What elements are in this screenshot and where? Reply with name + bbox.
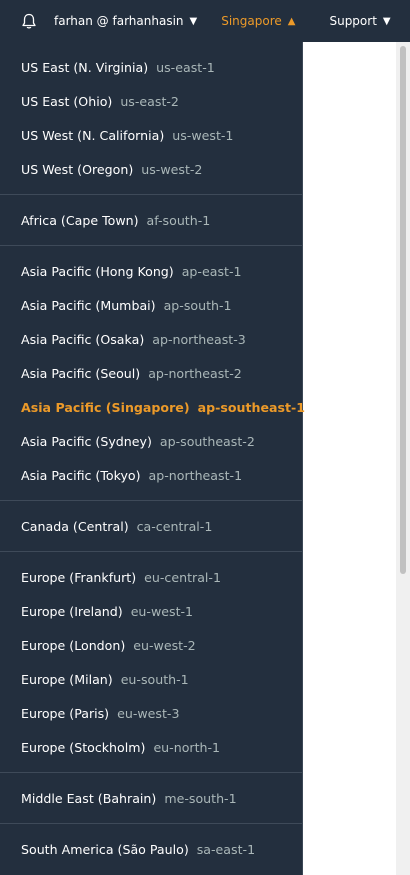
scrollbar[interactable] <box>396 42 410 875</box>
region-name: Asia Pacific (Seoul) <box>21 365 141 381</box>
region-label: Singapore <box>221 14 282 28</box>
region-code: us-west-2 <box>141 161 203 177</box>
region-name: Middle East (Bahrain) <box>21 790 157 806</box>
region-option-ap-southeast-2[interactable]: Asia Pacific (Sydney) ap-southeast-2 <box>0 424 302 458</box>
region-option-sa-east-1[interactable]: South America (São Paulo) sa-east-1 <box>0 832 302 866</box>
region-code: eu-west-3 <box>117 705 180 721</box>
region-code: ap-northeast-1 <box>148 467 243 483</box>
region-code: ap-east-1 <box>181 263 242 279</box>
region-option-us-east-2[interactable]: US East (Ohio) us-east-2 <box>0 84 302 118</box>
region-name: Europe (Ireland) <box>21 603 123 619</box>
region-name: Asia Pacific (Mumbai) <box>21 297 156 313</box>
region-group: Europe (Frankfurt) eu-central-1 Europe (Ir… <box>0 552 302 773</box>
region-code: me-south-1 <box>164 790 237 806</box>
region-code: sa-east-1 <box>196 841 256 857</box>
region-name: US West (N. California) <box>21 127 165 143</box>
caret-down-icon: ▼ <box>382 15 391 27</box>
region-name: Europe (London) <box>21 637 126 653</box>
region-name: South America (São Paulo) <box>21 841 189 857</box>
region-code: ap-southeast-1 <box>197 399 305 415</box>
region-option-eu-north-1[interactable]: Europe (Stockholm) eu-north-1 <box>0 730 302 764</box>
scrollbar-thumb[interactable] <box>400 46 406 574</box>
region-name: Canada (Central) <box>21 518 129 534</box>
region-name: Asia Pacific (Hong Kong) <box>21 263 174 279</box>
region-name: US West (Oregon) <box>21 161 134 177</box>
region-code: ap-southeast-2 <box>159 433 255 449</box>
region-code: eu-west-1 <box>130 603 194 619</box>
region-option-eu-south-1[interactable]: Europe (Milan) eu-south-1 <box>0 662 302 696</box>
region-group: South America (São Paulo) sa-east-1 <box>0 824 302 874</box>
region-code: eu-south-1 <box>120 671 189 687</box>
region-option-us-east-1[interactable]: US East (N. Virginia) us-east-1 <box>0 50 302 84</box>
caret-up-icon: ▲ <box>287 15 296 27</box>
region-code: eu-west-2 <box>133 637 196 653</box>
region-group: Canada (Central) ca-central-1 <box>0 501 302 552</box>
region-selector-button[interactable]: Singapore ▲ <box>221 14 295 28</box>
region-code: ap-northeast-3 <box>152 331 246 347</box>
region-name: US East (N. Virginia) <box>21 59 149 75</box>
region-option-ap-northeast-1[interactable]: Asia Pacific (Tokyo) ap-northeast-1 <box>0 458 302 492</box>
main-content-area <box>303 42 396 875</box>
region-option-ap-northeast-3[interactable]: Asia Pacific (Osaka) ap-northeast-3 <box>0 322 302 356</box>
region-option-me-south-1[interactable]: Middle East (Bahrain) me-south-1 <box>0 781 302 815</box>
bell-icon[interactable] <box>20 12 38 30</box>
region-name: Asia Pacific (Singapore) <box>21 399 190 415</box>
region-code: us-east-2 <box>120 93 179 109</box>
region-option-ap-east-1[interactable]: Asia Pacific (Hong Kong) ap-east-1 <box>0 254 302 288</box>
account-menu-button[interactable]: farhan @ farhanhasin ▼ <box>54 14 197 28</box>
region-name: Asia Pacific (Osaka) <box>21 331 145 347</box>
region-code: eu-north-1 <box>153 739 221 755</box>
support-label: Support <box>329 14 377 28</box>
region-name: Asia Pacific (Sydney) <box>21 433 152 449</box>
region-option-eu-central-1[interactable]: Europe (Frankfurt) eu-central-1 <box>0 560 302 594</box>
region-option-eu-west-1[interactable]: Europe (Ireland) eu-west-1 <box>0 594 302 628</box>
region-code: ap-northeast-2 <box>148 365 242 381</box>
region-option-af-south-1[interactable]: Africa (Cape Town) af-south-1 <box>0 203 302 237</box>
region-option-us-west-2[interactable]: US West (Oregon) us-west-2 <box>0 152 302 186</box>
support-menu-button[interactable]: Support ▼ <box>329 14 390 28</box>
region-option-us-west-1[interactable]: US West (N. California) us-west-1 <box>0 118 302 152</box>
region-name: Asia Pacific (Tokyo) <box>21 467 141 483</box>
region-name: US East (Ohio) <box>21 93 113 109</box>
region-code: ca-central-1 <box>136 518 213 534</box>
region-option-ap-southeast-1[interactable]: Asia Pacific (Singapore) ap-southeast-1 <box>0 390 305 424</box>
region-group: Middle East (Bahrain) me-south-1 <box>0 773 302 824</box>
region-group: Asia Pacific (Hong Kong) ap-east-1 Asia Pa… <box>0 246 305 501</box>
region-group: Africa (Cape Town) af-south-1 <box>0 195 302 246</box>
caret-down-icon: ▼ <box>189 15 198 27</box>
region-option-ca-central-1[interactable]: Canada (Central) ca-central-1 <box>0 509 302 543</box>
region-name: Europe (Stockholm) <box>21 739 146 755</box>
region-name: Europe (Paris) <box>21 705 110 721</box>
region-option-eu-west-2[interactable]: Europe (London) eu-west-2 <box>0 628 302 662</box>
region-code: af-south-1 <box>146 212 211 228</box>
region-option-ap-northeast-2[interactable]: Asia Pacific (Seoul) ap-northeast-2 <box>0 356 302 390</box>
region-code: us-west-1 <box>172 127 234 143</box>
region-name: Europe (Frankfurt) <box>21 569 137 585</box>
region-option-eu-west-3[interactable]: Europe (Paris) eu-west-3 <box>0 696 302 730</box>
region-name: Africa (Cape Town) <box>21 212 139 228</box>
region-name: Europe (Milan) <box>21 671 113 687</box>
region-code: us-east-1 <box>156 59 215 75</box>
region-option-ap-south-1[interactable]: Asia Pacific (Mumbai) ap-south-1 <box>0 288 302 322</box>
region-group: US East (N. Virginia) us-east-1 US East (O… <box>0 42 302 195</box>
top-nav-bar: farhan @ farhanhasin ▼ Singapore ▲ Suppo… <box>0 0 410 42</box>
region-code: eu-central-1 <box>144 569 221 585</box>
region-code: ap-south-1 <box>163 297 232 313</box>
region-dropdown-menu: US East (N. Virginia) us-east-1 US East (O… <box>0 42 305 875</box>
account-label: farhan @ farhanhasin <box>54 14 184 28</box>
